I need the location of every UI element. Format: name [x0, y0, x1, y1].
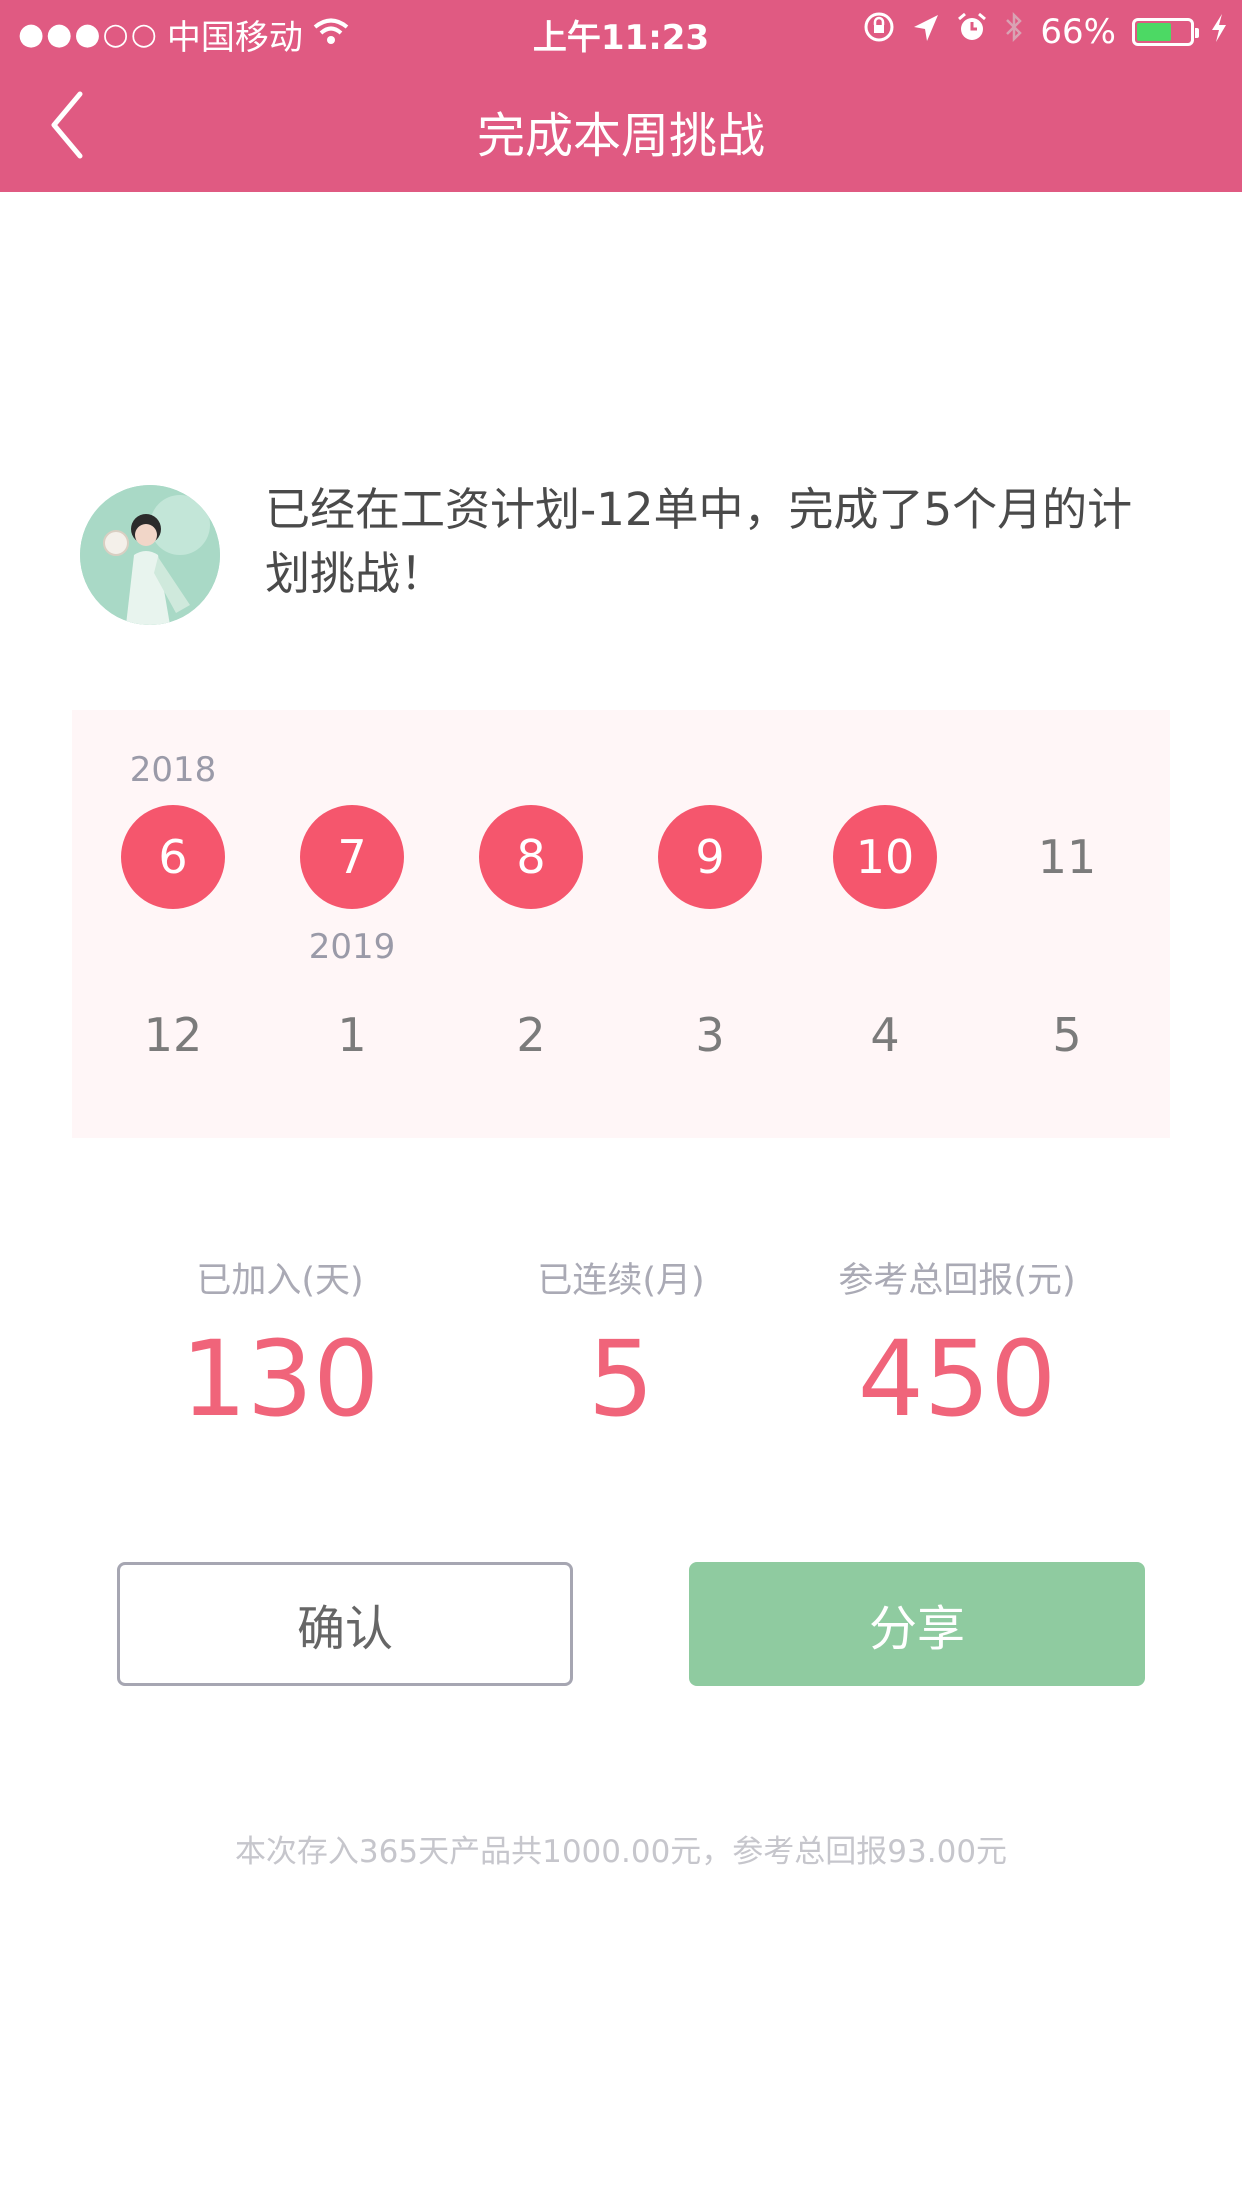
app-header: ●●●○○ 中国移动 上午11:23 66% 完成本周挑战 [0, 0, 1242, 192]
month-cell[interactable]: 6 [121, 805, 225, 909]
month-cell[interactable]: 8 [479, 805, 583, 909]
stat-value-months-streak: 5 [587, 1318, 655, 1440]
stat-value-total-return: 450 [857, 1318, 1057, 1440]
month-cell[interactable]: 7 [300, 805, 404, 909]
month-cell[interactable]: 3 [658, 983, 762, 1087]
battery-icon [1132, 17, 1199, 46]
stat-label-total-return: 参考总回报(元) [838, 1261, 1076, 1301]
stat-label-days-joined: 已加入(天) [196, 1261, 364, 1301]
month-cell[interactable]: 12 [121, 983, 225, 1087]
bluetooth-icon [1004, 11, 1024, 52]
page-title: 完成本周挑战 [476, 108, 765, 164]
location-icon [912, 12, 940, 52]
month-cell[interactable]: 10 [833, 805, 937, 909]
month-cell[interactable]: 4 [833, 983, 937, 1087]
share-button[interactable]: 分享 [689, 1562, 1145, 1686]
status-bar: ●●●○○ 中国移动 上午11:23 66% [0, 0, 1242, 62]
month-calendar: 2018 2019 6 7 8 9 10 11 12 1 2 3 4 5 [72, 710, 1170, 1138]
avatar [80, 485, 220, 625]
confirm-button[interactable]: 确认 [117, 1562, 573, 1686]
navigation-bar: 完成本周挑战 [0, 62, 1242, 192]
alarm-icon [956, 11, 988, 52]
month-cell[interactable]: 11 [1015, 805, 1119, 909]
stat-value-days-joined: 130 [180, 1318, 380, 1440]
month-cell[interactable]: 1 [300, 983, 404, 1087]
battery-percentage: 66% [1040, 11, 1116, 52]
charging-icon [1210, 12, 1228, 52]
rotation-lock-icon [862, 10, 896, 53]
completion-message: 已经在工资计划-12单中，完成了5个月的计划挑战！ [265, 483, 1133, 600]
year-label-2019: 2019 [308, 927, 396, 967]
deposit-summary: 本次存入365天产品共1000.00元，参考总回报93.00元 [234, 1834, 1008, 1870]
month-cell[interactable]: 9 [658, 805, 762, 909]
month-cell[interactable]: 2 [479, 983, 583, 1087]
month-cell[interactable]: 5 [1015, 983, 1119, 1087]
stat-label-months-streak: 已连续(月) [537, 1261, 705, 1301]
year-label-2018: 2018 [129, 750, 217, 790]
